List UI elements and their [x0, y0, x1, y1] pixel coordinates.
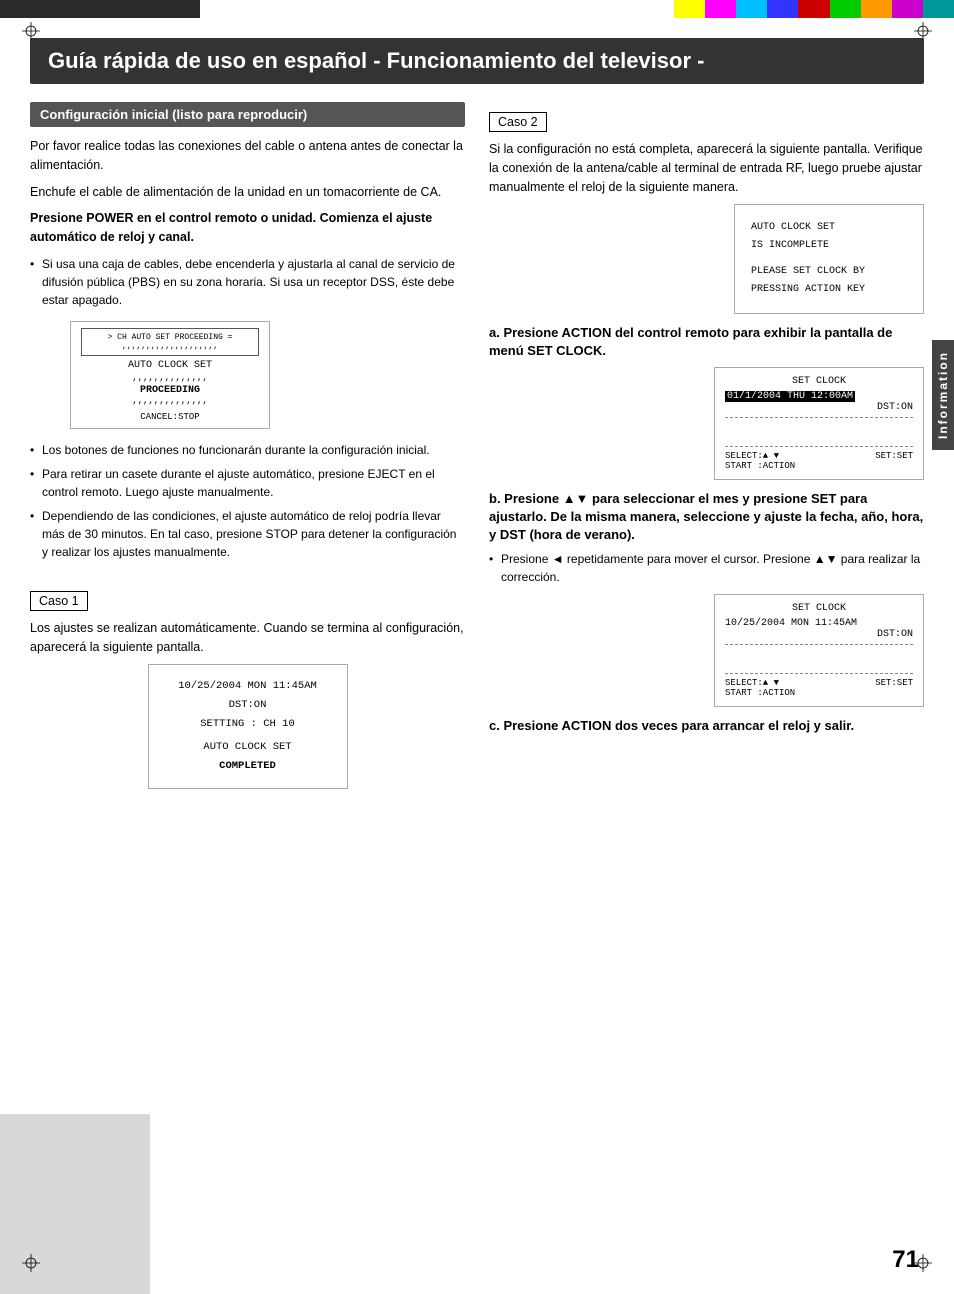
setclock2-start: START :ACTION — [725, 688, 913, 698]
reg-mark-tr — [914, 22, 932, 40]
dashed-divider-2 — [725, 446, 913, 447]
reg-mark-bl — [22, 1254, 40, 1272]
caso1-text: Los ajustes se realizan automáticamente.… — [30, 619, 465, 657]
left-column: Configuración inicial (listo para reprod… — [30, 102, 465, 797]
setclock1-select: SELECT:▲ ▼ — [725, 451, 779, 461]
completed-line1: 10/25/2004 MON 11:45AM — [165, 677, 331, 696]
setclock2-header: SET CLOCK — [725, 603, 913, 614]
incomplete-line3: PLEASE SET CLOCK BY — [751, 263, 907, 281]
setclock2-select: SELECT:▲ ▼ — [725, 678, 779, 688]
setclock2-footer: SELECT:▲ ▼ SET:SET — [725, 678, 913, 688]
setclock1-date-row: 01/1/2004 THU 12:00AM — [725, 391, 913, 402]
information-label: Information — [936, 351, 950, 439]
incomplete-line2: IS INCOMPLETE — [751, 237, 907, 255]
step-a-heading: a. Presione ACTION del control remoto pa… — [489, 324, 924, 360]
page-number: 71 — [892, 1246, 919, 1274]
step-c-heading: c. Presione ACTION dos veces para arranc… — [489, 717, 924, 735]
page-title: Guía rápida de uso en español - Funciona… — [30, 38, 924, 84]
intro-p2: Enchufe el cable de alimentación de la u… — [30, 183, 465, 202]
screen-cancel-stop: CANCEL:STOP — [81, 412, 259, 422]
caso1-label: Caso 1 — [30, 591, 88, 611]
bullet-item-2: Los botones de funciones no funcionarán … — [30, 441, 465, 459]
incomplete-screen: AUTO CLOCK SET IS INCOMPLETE PLEASE SET … — [734, 204, 924, 314]
screen-proceeding-line1: > CH AUTO SET PROCEEDING = — [88, 333, 252, 342]
intro-p1: Por favor realice todas las conexiones d… — [30, 137, 465, 175]
dashed-divider-1 — [725, 417, 913, 418]
top-color-bar — [0, 0, 954, 18]
completed-screen: 10/25/2004 MON 11:45AM DST:ON SETTING : … — [148, 664, 348, 788]
proceeding-screen: > CH AUTO SET PROCEEDING = ,,,,,,,,,,,,,… — [70, 321, 270, 429]
setclock1-start: START :ACTION — [725, 461, 913, 471]
bullet-list-top: Si usa una caja de cables, debe encender… — [30, 255, 465, 309]
screen-autoclockset: AUTO CLOCK SET — [81, 360, 259, 371]
incomplete-line4: PRESSING ACTION KEY — [751, 281, 907, 299]
information-sidebar: Information — [932, 340, 954, 450]
bullet-list-bottom: Los botones de funciones no funcionarán … — [30, 441, 465, 561]
setclock2-date: 10/25/2004 MON 11:45AM — [725, 618, 857, 629]
completed-line5: COMPLETED — [165, 757, 331, 776]
section-heading: Configuración inicial (listo para reprod… — [30, 102, 465, 127]
screen-proceeding-dots3: ,,,,,,,,,,,,,, — [81, 396, 259, 406]
setclock1-footer: SELECT:▲ ▼ SET:SET — [725, 451, 913, 461]
proceeding-screen-container: > CH AUTO SET PROCEEDING = ,,,,,,,,,,,,,… — [70, 321, 465, 429]
screen-inner-proceeding: > CH AUTO SET PROCEEDING = ,,,,,,,,,,,,,… — [81, 328, 259, 356]
bullet-item-4: Dependiendo de las condiciones, el ajust… — [30, 507, 465, 561]
setclock2-date-row: 10/25/2004 MON 11:45AM — [725, 618, 913, 629]
step-b-bullets: Presione ◄ repetidamente para mover el c… — [489, 550, 924, 586]
setclock1-date: 01/1/2004 THU 12:00AM — [725, 391, 855, 402]
step-b-heading: b. Presione ▲▼ para seleccionar el mes y… — [489, 490, 924, 545]
setclock1-header: SET CLOCK — [725, 376, 913, 387]
screen-proceeding-label: PROCEEDING — [81, 385, 259, 396]
setclock-screen-2: SET CLOCK 10/25/2004 MON 11:45AM DST:ON … — [714, 594, 924, 707]
bullet-item-1: Si usa una caja de cables, debe encender… — [30, 255, 465, 309]
setclock2-dst: DST:ON — [725, 629, 913, 640]
screen-proceeding-dots2: ,,,,,,,,,,,,,, — [81, 373, 259, 383]
bullet-item-3: Para retirar un casete durante el ajuste… — [30, 465, 465, 501]
caso1-section: Caso 1 Los ajustes se realizan automátic… — [30, 581, 465, 789]
two-column-layout: Configuración inicial (listo para reprod… — [30, 102, 924, 797]
setclock-screen-1: SET CLOCK 01/1/2004 THU 12:00AM DST:ON S… — [714, 367, 924, 480]
reg-mark-tl — [22, 22, 40, 40]
intro-bold: Presione POWER en el control remoto o un… — [30, 209, 465, 247]
setclock1-dst: DST:ON — [725, 402, 913, 413]
step-b-bullet: Presione ◄ repetidamente para mover el c… — [489, 550, 924, 586]
caso2-text: Si la configuración no está completa, ap… — [489, 140, 924, 196]
completed-line3: SETTING : CH 10 — [165, 715, 331, 734]
right-column: Caso 2 Si la configuración no está compl… — [489, 102, 924, 797]
main-content: Guía rápida de uso en español - Funciona… — [0, 18, 954, 817]
incomplete-line1: AUTO CLOCK SET — [751, 219, 907, 237]
setclock2-set: SET:SET — [875, 678, 913, 688]
caso2-label: Caso 2 — [489, 112, 547, 132]
screen-proceeding-dots: ,,,,,,,,,,,,,,,,,,,, — [88, 342, 252, 351]
completed-line4: AUTO CLOCK SET — [165, 738, 331, 757]
dashed-divider-4 — [725, 673, 913, 674]
dashed-divider-3 — [725, 644, 913, 645]
completed-line2: DST:ON — [165, 696, 331, 715]
setclock1-set: SET:SET — [875, 451, 913, 461]
